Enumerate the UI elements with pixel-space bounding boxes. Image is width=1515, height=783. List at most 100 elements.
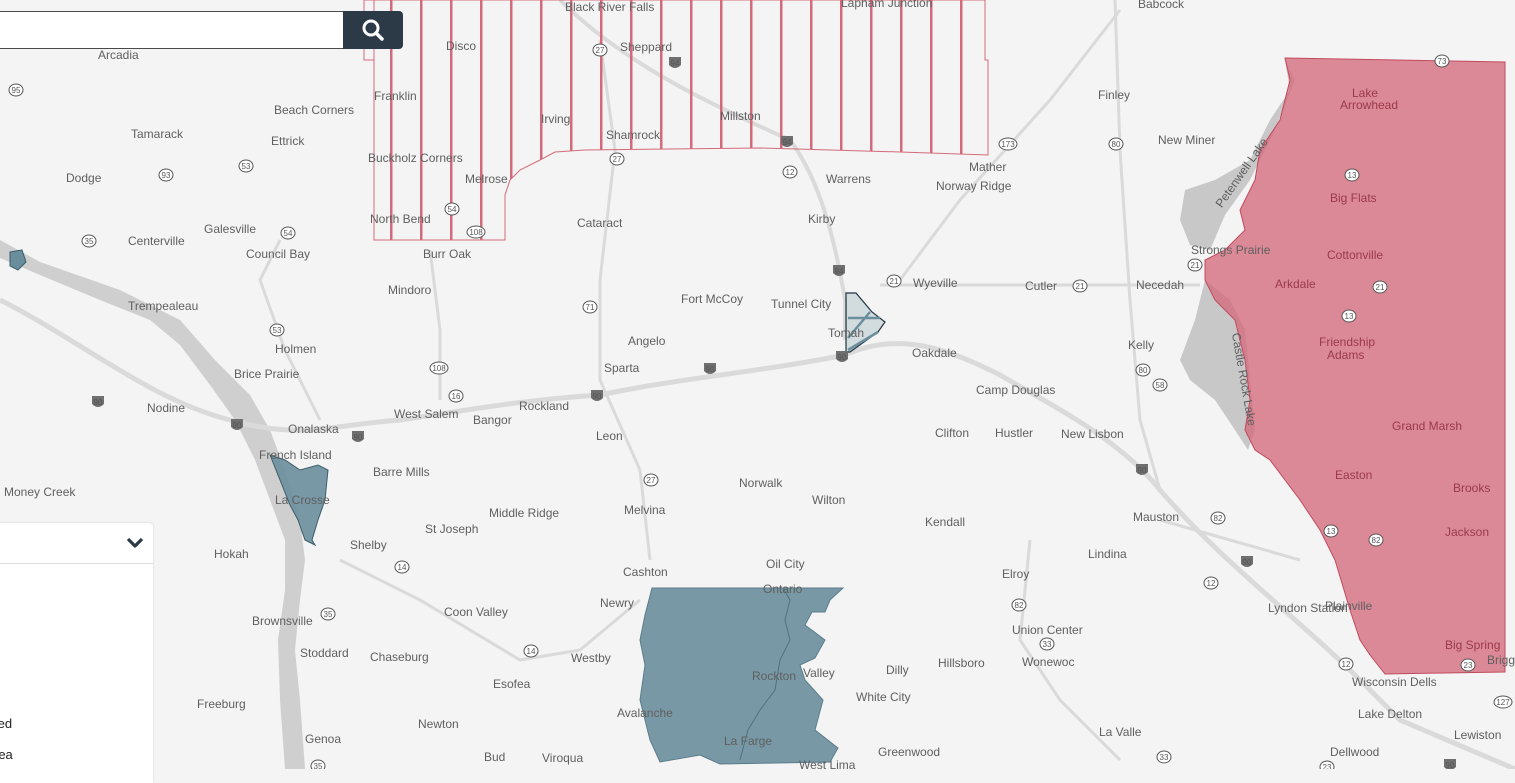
place-label: Sheppard <box>620 40 672 54</box>
route-shield: 90 <box>352 431 364 442</box>
place-label: Newton <box>418 717 459 731</box>
legend-header[interactable] <box>0 523 153 564</box>
place-label: Angelo <box>628 334 666 348</box>
place-label: Friendship <box>1319 335 1375 349</box>
svg-text:54: 54 <box>448 205 457 214</box>
place-label: Wonewoc <box>1022 655 1074 669</box>
svg-text:80: 80 <box>1112 140 1121 149</box>
place-label: Adams <box>1327 348 1364 362</box>
place-label: Holmen <box>275 342 316 356</box>
place-label: Fort McCoy <box>681 292 743 306</box>
place-label: Beach Corners <box>274 103 354 117</box>
place-label: Kelly <box>1128 338 1154 352</box>
svg-text:14: 14 <box>527 647 536 656</box>
route-shield: 90 <box>92 396 104 407</box>
svg-text:58: 58 <box>1156 381 1165 390</box>
route-shield: 23 <box>1319 760 1335 769</box>
route-shield: 95 <box>8 83 24 97</box>
place-label: Easton <box>1335 468 1372 482</box>
route-shield: 33 <box>1039 637 1055 651</box>
place-label: Lindina <box>1088 547 1127 561</box>
place-label: La Valle <box>1099 725 1142 739</box>
svg-text:23: 23 <box>1323 763 1332 769</box>
place-label: Grand Marsh <box>1392 419 1462 433</box>
place-label: Leon <box>596 429 623 443</box>
svg-text:90: 90 <box>94 398 103 407</box>
place-label: New Lisbon <box>1061 427 1124 441</box>
svg-text:35: 35 <box>85 237 94 246</box>
place-label: Viroqua <box>542 751 583 765</box>
place-label: Centerville <box>128 234 185 248</box>
svg-text:94: 94 <box>835 267 844 276</box>
place-label: Rockton <box>752 669 796 683</box>
svg-text:12: 12 <box>1342 660 1351 669</box>
route-shield: 90 <box>836 351 848 362</box>
place-label: Bud <box>484 750 505 764</box>
place-label: Stoddard <box>300 646 349 660</box>
route-shield: 58 <box>1152 378 1168 392</box>
route-shield: 108 <box>466 225 486 239</box>
route-shield: 12 <box>1203 576 1219 590</box>
place-label: Chaseburg <box>370 650 429 664</box>
search-input[interactable] <box>0 11 343 49</box>
svg-text:90: 90 <box>1446 761 1455 769</box>
route-shield: 21 <box>1372 280 1388 294</box>
route-shield: 53 <box>269 323 285 337</box>
route-shield: 14 <box>394 560 410 574</box>
search-icon <box>362 19 384 41</box>
map-canvas[interactable]: Arcadia Beach Corners Tamarack Ettrick Dodge… <box>0 0 1515 769</box>
route-shield: 173 <box>998 137 1018 151</box>
route-shield: 33 <box>1156 750 1172 764</box>
legend-item[interactable]: rea <box>0 747 13 762</box>
place-label: La Farge <box>724 734 772 748</box>
place-label: Kirby <box>808 212 835 226</box>
svg-text:35: 35 <box>324 610 333 619</box>
place-label: Buckholz Corners <box>368 151 463 165</box>
place-label: Mauston <box>1133 510 1179 524</box>
route-shield: 94 <box>669 57 681 68</box>
svg-text:12: 12 <box>1207 579 1216 588</box>
route-shield: 80 <box>1108 137 1124 151</box>
chevron-down-icon[interactable] <box>125 535 145 551</box>
svg-text:82: 82 <box>1214 514 1223 523</box>
route-shield: 90 <box>704 363 716 374</box>
place-label: Nodine <box>147 401 185 415</box>
place-label: Sparta <box>604 361 640 375</box>
place-label: Lewiston <box>1454 728 1501 742</box>
svg-text:82: 82 <box>1015 601 1024 610</box>
route-shield: 90 <box>1444 759 1456 769</box>
place-label: Trempealeau <box>128 299 198 313</box>
place-label: Barre Mills <box>373 465 430 479</box>
svg-text:90: 90 <box>1243 558 1252 567</box>
svg-text:21: 21 <box>1076 282 1085 291</box>
route-shield: 71 <box>582 300 598 314</box>
place-label: Norway Ridge <box>936 179 1012 193</box>
svg-text:90: 90 <box>233 421 242 430</box>
svg-text:90: 90 <box>354 433 363 442</box>
place-label: French Island <box>259 448 332 462</box>
route-shield: 35 <box>81 234 97 248</box>
place-label: Coon Valley <box>444 605 508 619</box>
search-button[interactable] <box>343 11 403 49</box>
place-label: West Salem <box>394 407 458 421</box>
route-shield: 35 <box>320 607 336 621</box>
svg-text:33: 33 <box>1043 640 1052 649</box>
route-shield: 127 <box>1493 695 1513 709</box>
place-label: Irving <box>541 112 570 126</box>
place-label: Camp Douglas <box>976 383 1055 397</box>
legend-item[interactable]: ted <box>0 716 12 731</box>
svg-text:82: 82 <box>1372 536 1381 545</box>
svg-text:90: 90 <box>838 353 847 362</box>
svg-text:21: 21 <box>890 277 899 286</box>
place-label: Babcock <box>1138 0 1185 11</box>
place-label: Brownsville <box>252 614 313 628</box>
place-label: La Crosse <box>275 493 330 507</box>
place-label: Ettrick <box>271 134 305 148</box>
place-label: Cataract <box>577 216 623 230</box>
place-label: Plainville <box>1325 599 1373 613</box>
svg-text:13: 13 <box>1327 527 1336 536</box>
place-label: Arkdale <box>1275 277 1316 291</box>
route-shield: 90 <box>1241 556 1253 567</box>
route-shield: 13 <box>1323 524 1339 538</box>
place-label: Mindoro <box>388 283 432 297</box>
